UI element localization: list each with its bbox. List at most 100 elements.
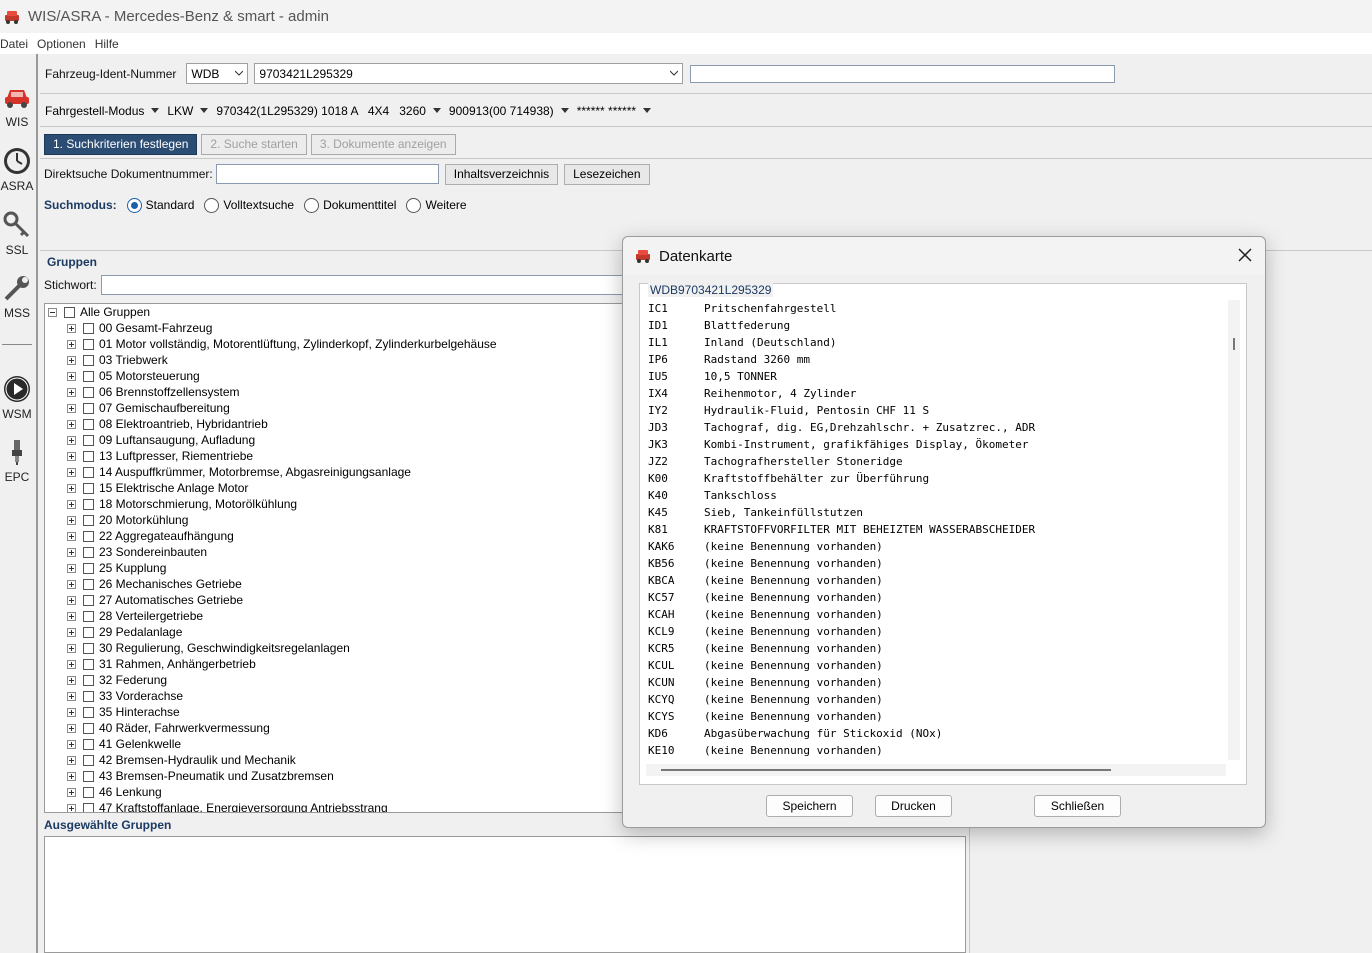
tree-item[interactable]: 05 Motorsteuerung	[67, 368, 200, 384]
tree-item[interactable]: 06 Brennstoffzellensystem	[67, 384, 240, 400]
tool-epc[interactable]: EPC	[0, 437, 34, 484]
tree-item[interactable]: 43 Bremsen-Pneumatik und Zusatzbremsen	[67, 768, 334, 784]
expand-icon[interactable]	[67, 483, 76, 493]
tree-item[interactable]: 42 Bremsen-Hydraulik und Mechanik	[67, 752, 296, 768]
tool-wis[interactable]: WIS	[0, 82, 34, 129]
checkbox[interactable]	[83, 466, 94, 478]
tree-item[interactable]: 15 Elektrische Anlage Motor	[67, 480, 248, 496]
tree-root[interactable]: Alle Gruppen	[48, 304, 150, 320]
fin-prefix-select[interactable]: WDB	[186, 63, 249, 84]
expand-icon[interactable]	[67, 451, 76, 461]
save-button[interactable]: Speichern	[766, 795, 853, 817]
step-1-button[interactable]: 1. Suchkriterien festlegen	[44, 133, 198, 155]
expand-icon[interactable]	[67, 787, 76, 797]
tree-item[interactable]: 32 Federung	[67, 672, 167, 688]
tree-item[interactable]: 01 Motor vollständig, Motorentlüftung, Z…	[67, 336, 497, 352]
checkbox[interactable]	[83, 402, 94, 414]
tree-item[interactable]: 41 Gelenkwelle	[67, 736, 181, 752]
checkbox[interactable]	[83, 770, 94, 782]
scroll-thumb[interactable]	[1233, 338, 1235, 350]
expand-icon[interactable]	[67, 627, 76, 637]
expand-icon[interactable]	[67, 499, 76, 509]
expand-icon[interactable]	[67, 467, 76, 477]
scroll-thumb[interactable]	[661, 769, 1111, 771]
expand-icon[interactable]	[67, 563, 76, 573]
checkbox[interactable]	[83, 482, 94, 494]
checkbox[interactable]	[83, 418, 94, 430]
radio-standard[interactable]: Standard	[126, 197, 194, 213]
tool-wsm[interactable]: WSM	[0, 374, 34, 421]
menu-datei[interactable]: Datei	[0, 37, 28, 51]
tree-item[interactable]: 03 Triebwerk	[67, 352, 168, 368]
tree-item[interactable]: 47 Kraftstoffanlage, Energieversorgung A…	[67, 800, 388, 812]
checkbox[interactable]	[83, 386, 94, 398]
bookmark-button[interactable]: Lesezeichen	[564, 163, 650, 185]
print-button[interactable]: Drucken	[875, 795, 952, 817]
menu-hilfe[interactable]: Hilfe	[95, 37, 119, 51]
checkbox[interactable]	[83, 562, 94, 574]
chassis-mode-dropdown[interactable]: Fahrgestell-Modus	[45, 104, 160, 118]
close-icon[interactable]	[1237, 247, 1253, 263]
expand-icon[interactable]	[67, 323, 76, 333]
checkbox[interactable]	[83, 434, 94, 446]
document-number-input[interactable]	[215, 164, 439, 184]
horizontal-scrollbar[interactable]	[646, 764, 1226, 776]
checkbox[interactable]	[83, 354, 94, 366]
checkbox[interactable]	[83, 322, 94, 334]
checkbox[interactable]	[83, 722, 94, 734]
checkbox[interactable]	[83, 370, 94, 382]
expand-icon[interactable]	[67, 771, 76, 781]
tree-item[interactable]: 30 Regulierung, Geschwindigkeitsregelanl…	[67, 640, 350, 656]
tree-item[interactable]: 09 Luftansaugung, Aufladung	[67, 432, 255, 448]
vertical-scrollbar[interactable]	[1228, 300, 1240, 760]
tool-mss[interactable]: MSS	[0, 273, 34, 320]
expand-icon[interactable]	[67, 755, 76, 765]
tree-item[interactable]: 31 Rahmen, Anhängerbetrieb	[67, 656, 256, 672]
expand-icon[interactable]	[67, 595, 76, 605]
checkbox[interactable]	[83, 786, 94, 798]
toc-button[interactable]: Inhaltsverzeichnis	[444, 163, 559, 185]
radio-fulltext[interactable]: Volltextsuche	[204, 197, 294, 213]
tree-item[interactable]: 22 Aggregateaufhängung	[67, 528, 234, 544]
checkbox[interactable]	[83, 546, 94, 558]
expand-icon[interactable]	[67, 515, 76, 525]
checkbox[interactable]	[83, 690, 94, 702]
tree-item[interactable]: 26 Mechanisches Getriebe	[67, 576, 242, 592]
expand-icon[interactable]	[67, 691, 76, 701]
close-button[interactable]: Schließen	[1034, 795, 1121, 817]
tree-item[interactable]: 40 Räder, Fahrwerkvermessung	[67, 720, 270, 736]
expand-icon[interactable]	[67, 723, 76, 733]
tool-ssl[interactable]: SSL	[0, 210, 34, 257]
vehicle-type-dropdown[interactable]: LKW	[167, 104, 209, 118]
step-2-button[interactable]: 2. Suche starten	[201, 133, 307, 155]
expand-icon[interactable]	[67, 419, 76, 429]
step-3-button[interactable]: 3. Dokumente anzeigen	[310, 133, 456, 155]
checkbox[interactable]	[83, 514, 94, 526]
checkbox[interactable]	[83, 610, 94, 622]
radio-more[interactable]: Weitere	[406, 197, 467, 213]
expand-icon[interactable]	[67, 339, 76, 349]
engine-dropdown[interactable]: 900913(00 714938)	[449, 104, 569, 118]
fin-extra-field[interactable]	[690, 64, 1116, 83]
expand-icon[interactable]	[67, 659, 76, 669]
checkbox[interactable]	[83, 498, 94, 510]
expand-icon[interactable]	[67, 611, 76, 621]
tree-item[interactable]: 00 Gesamt-Fahrzeug	[67, 320, 212, 336]
checkbox[interactable]	[83, 450, 94, 462]
checkbox[interactable]	[83, 802, 94, 812]
tree-item[interactable]: 13 Luftpresser, Riementriebe	[67, 448, 253, 464]
radio-doctitle[interactable]: Dokumenttitel	[304, 197, 396, 213]
expand-icon[interactable]	[67, 355, 76, 365]
checkbox[interactable]	[83, 738, 94, 750]
tree-item[interactable]: 28 Verteilergetriebe	[67, 608, 203, 624]
tree-item[interactable]: 29 Pedalanlage	[67, 624, 182, 640]
checkbox[interactable]	[83, 754, 94, 766]
expand-icon[interactable]	[67, 403, 76, 413]
tree-item[interactable]: 25 Kupplung	[67, 560, 166, 576]
model-dropdown[interactable]: 970342(1L295329) 1018 A 4X4 3260	[216, 104, 441, 118]
checkbox[interactable]	[83, 530, 94, 542]
checkbox[interactable]	[83, 578, 94, 590]
expand-icon[interactable]	[67, 547, 76, 557]
tree-item[interactable]: 18 Motorschmierung, Motorölkühlung	[67, 496, 297, 512]
checkbox[interactable]	[64, 306, 75, 318]
